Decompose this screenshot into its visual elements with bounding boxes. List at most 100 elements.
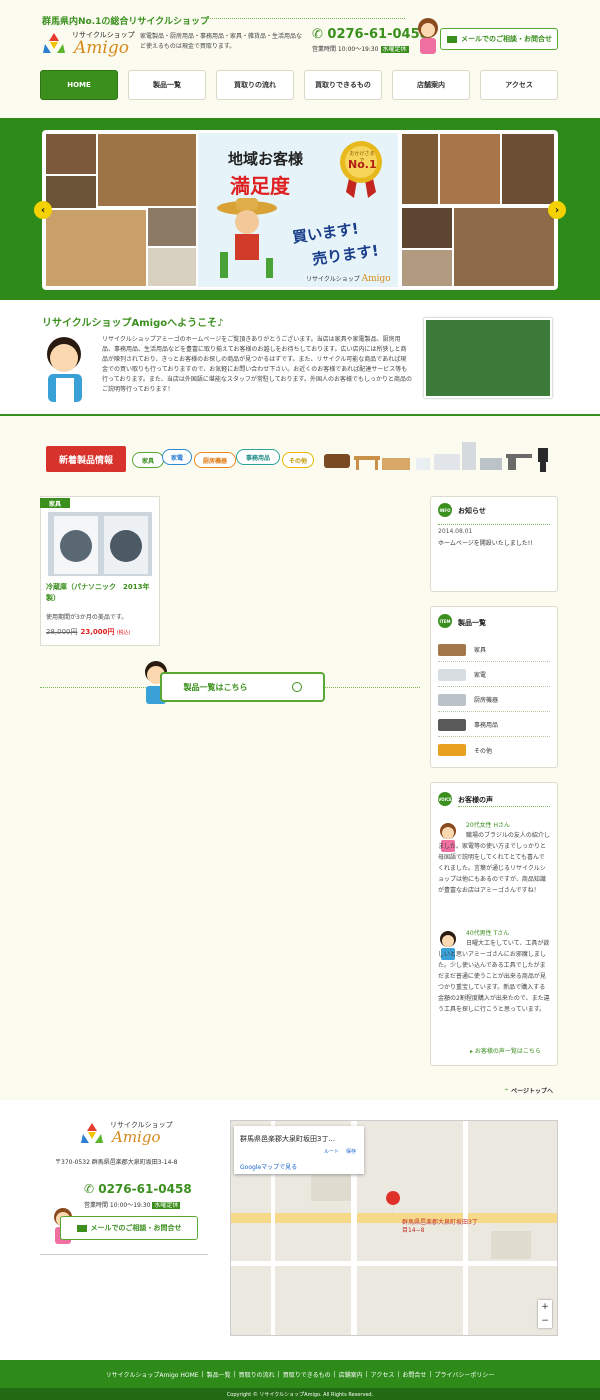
slider-photo (46, 176, 96, 208)
chevron-up-icon: ⌃ (504, 1088, 510, 1095)
footer-link-flow[interactable]: 買取りの流れ (239, 1370, 275, 1379)
nav-buyback-flow[interactable]: 買取りの流れ (216, 70, 294, 100)
slider-photo (402, 134, 438, 204)
product-list-label: 製品一覧はこちら (183, 682, 248, 692)
product-list-button[interactable]: 製品一覧はこちら (160, 672, 325, 702)
welcome-text: リサイクルショップアミーゴのホームページをご覧頂きありがとうございます。当店は家… (102, 336, 412, 393)
slider-photo (98, 134, 196, 206)
banner-logo: リサイクルショップ Amigo (306, 274, 391, 284)
slider-photo (440, 134, 500, 204)
nav-access[interactable]: アクセス (480, 70, 558, 100)
sidebar-item-furniture[interactable]: 家具 (438, 638, 550, 662)
site-tagline: 群馬県内No.1の総合リサイクルショップ (42, 17, 209, 27)
footer-link-access[interactable]: アクセス (371, 1370, 395, 1379)
voice-text: 職場のブラジルの友人の紹介しました。家電等の使い方までしっかりと母国語で説明をし… (438, 832, 550, 894)
old-price: 28,000円 (46, 628, 78, 636)
footer-logo[interactable]: リサイクルショップ Amigo (80, 1120, 180, 1150)
banner-subtitle: 満足度 (230, 174, 290, 198)
furniture-icon (438, 643, 466, 656)
sale-price: 23,000円 (80, 628, 115, 636)
sidebar-item-office[interactable]: 事務用品 (438, 713, 550, 737)
footer-link-items[interactable]: 買取りできるもの (283, 1370, 331, 1379)
footer-phone[interactable]: ✆ 0276-61-0458 (84, 1182, 192, 1196)
footer-mail-button[interactable]: メールでのご相談・お問合せ (60, 1216, 198, 1240)
info-date: 2014.08.01 (438, 528, 473, 535)
sidebar-item-other[interactable]: その他 (438, 738, 550, 762)
sidebar-item-kitchen[interactable]: 厨房機器 (438, 688, 550, 712)
map-route-button[interactable]: ルート (324, 1148, 339, 1155)
product-price: 28,000円 23,000円 (税込) (46, 627, 130, 637)
footer-link-store[interactable]: 店舗案内 (339, 1370, 363, 1379)
category-kitchen[interactable]: 厨房機器 (194, 452, 236, 468)
voice-more-link[interactable]: ▸ お客様の声一覧はこちら (470, 1046, 541, 1055)
staff-boy-icon (47, 337, 82, 402)
map-place-title: 群馬県邑楽郡大泉町坂田3丁... (240, 1135, 336, 1143)
product-note: 使用期間が3か月の美品です。 (46, 614, 128, 621)
nav-products[interactable]: 製品一覧 (128, 70, 206, 100)
product-category-tag: 家具 (40, 498, 70, 508)
kitchen-icon (438, 693, 466, 706)
map-info-card: 群馬県邑楽郡大泉町坂田3丁... Googleマップで見る ルート 保存 (234, 1126, 364, 1174)
arrow-right-icon (291, 682, 302, 692)
map-open-link[interactable]: Googleマップで見る (240, 1162, 297, 1171)
nav-store-info[interactable]: 店舗案内 (392, 70, 470, 100)
map-save-button[interactable]: 保存 (346, 1148, 356, 1155)
slider-next-button[interactable]: › (548, 201, 566, 219)
slider-photo (502, 134, 554, 204)
page-top-link[interactable]: ⌃ ページトップへ (504, 1086, 553, 1095)
mail-button-label: メールでのご相談・お問合せ (461, 35, 552, 43)
footer-link-products[interactable]: 製品一覧 (207, 1370, 231, 1379)
product-name[interactable]: 冷蔵庫（パナソニック 2013年製） (46, 582, 156, 604)
category-appliance[interactable]: 家電 (162, 449, 192, 465)
category-office[interactable]: 事務用品 (236, 449, 280, 465)
tax-note: (税込) (116, 630, 131, 636)
nav-buyback-items[interactable]: 買取りできるもの (304, 70, 382, 100)
closed-badge: 水曜定休 (152, 1202, 181, 1209)
mail-icon (447, 35, 457, 43)
category-furniture[interactable]: 家具 (132, 452, 164, 468)
item-title: 製品一覧 (458, 619, 486, 627)
footer-nav: リサイクルショップAmigo HOME | 製品一覧 | 買取りの流れ | 買取りでき… (0, 1360, 600, 1388)
banner-logo-main: Amigo (361, 274, 391, 284)
mail-icon (76, 1224, 87, 1232)
sidebar-item-label: その他 (474, 747, 493, 755)
voice-author: 20代女性 Hさん (466, 822, 511, 829)
map-pin-label: 群馬県邑楽郡大泉町坂田3丁目14−8 (402, 1219, 478, 1234)
banner-title: 地域お客様 (228, 150, 304, 168)
sidebar-item-appliance[interactable]: 家電 (438, 663, 550, 687)
info-text[interactable]: ホームページを開設いたしました!! (438, 538, 533, 547)
hours-text: 営業時間 10:00～19:30 (312, 46, 379, 53)
item-badge: ITEM (438, 614, 452, 628)
product-image[interactable] (48, 512, 152, 576)
map-zoom-controls[interactable]: + − (538, 1300, 552, 1328)
info-divider (438, 524, 550, 525)
tagline-divider (205, 18, 405, 19)
furniture-illustrations (324, 442, 548, 472)
footer-logo-main: Amigo (112, 1128, 161, 1146)
other-icon (438, 744, 466, 756)
slider-prev-button[interactable]: ‹ (34, 201, 52, 219)
logo-text: Amigo (74, 38, 129, 58)
medal-no1-text: No.1 (348, 158, 377, 171)
slider-photo (148, 208, 196, 246)
voice-author: 40代男性 Tさん (466, 930, 510, 937)
nav-home[interactable]: HOME (40, 70, 118, 100)
voice-text: 日曜大工をしていて、工具が欲しいと思いアミーゴさんにお邪魔しました。少し使い込ん… (438, 940, 550, 1013)
store-photo (424, 318, 552, 398)
footer-link-contact[interactable]: お問合せ (402, 1370, 426, 1379)
mail-button-label: メールでのご相談・お問合せ (90, 1224, 182, 1232)
header-mail-button[interactable]: メールでのご相談・お問合せ (440, 28, 558, 50)
washer-icon (54, 516, 148, 574)
banner-logo-sub: リサイクルショップ (306, 276, 360, 283)
footer-divider (40, 1254, 208, 1255)
info-title: お知らせ (458, 507, 486, 515)
category-other[interactable]: その他 (282, 452, 314, 468)
site-logo[interactable]: リサイクルショップ Amigo (42, 28, 137, 58)
footer-link-privacy[interactable]: プライバシーポリシー (434, 1370, 494, 1379)
footer-address: 〒370-0532 群馬県邑楽郡大泉町坂田3-14-8 (55, 1159, 178, 1166)
footer-link-home[interactable]: リサイクルショップAmigo HOME (106, 1370, 199, 1379)
mascot-icon (217, 198, 277, 278)
slider-photo (454, 208, 554, 286)
office-icon (438, 718, 466, 731)
slider-photo (46, 210, 146, 286)
